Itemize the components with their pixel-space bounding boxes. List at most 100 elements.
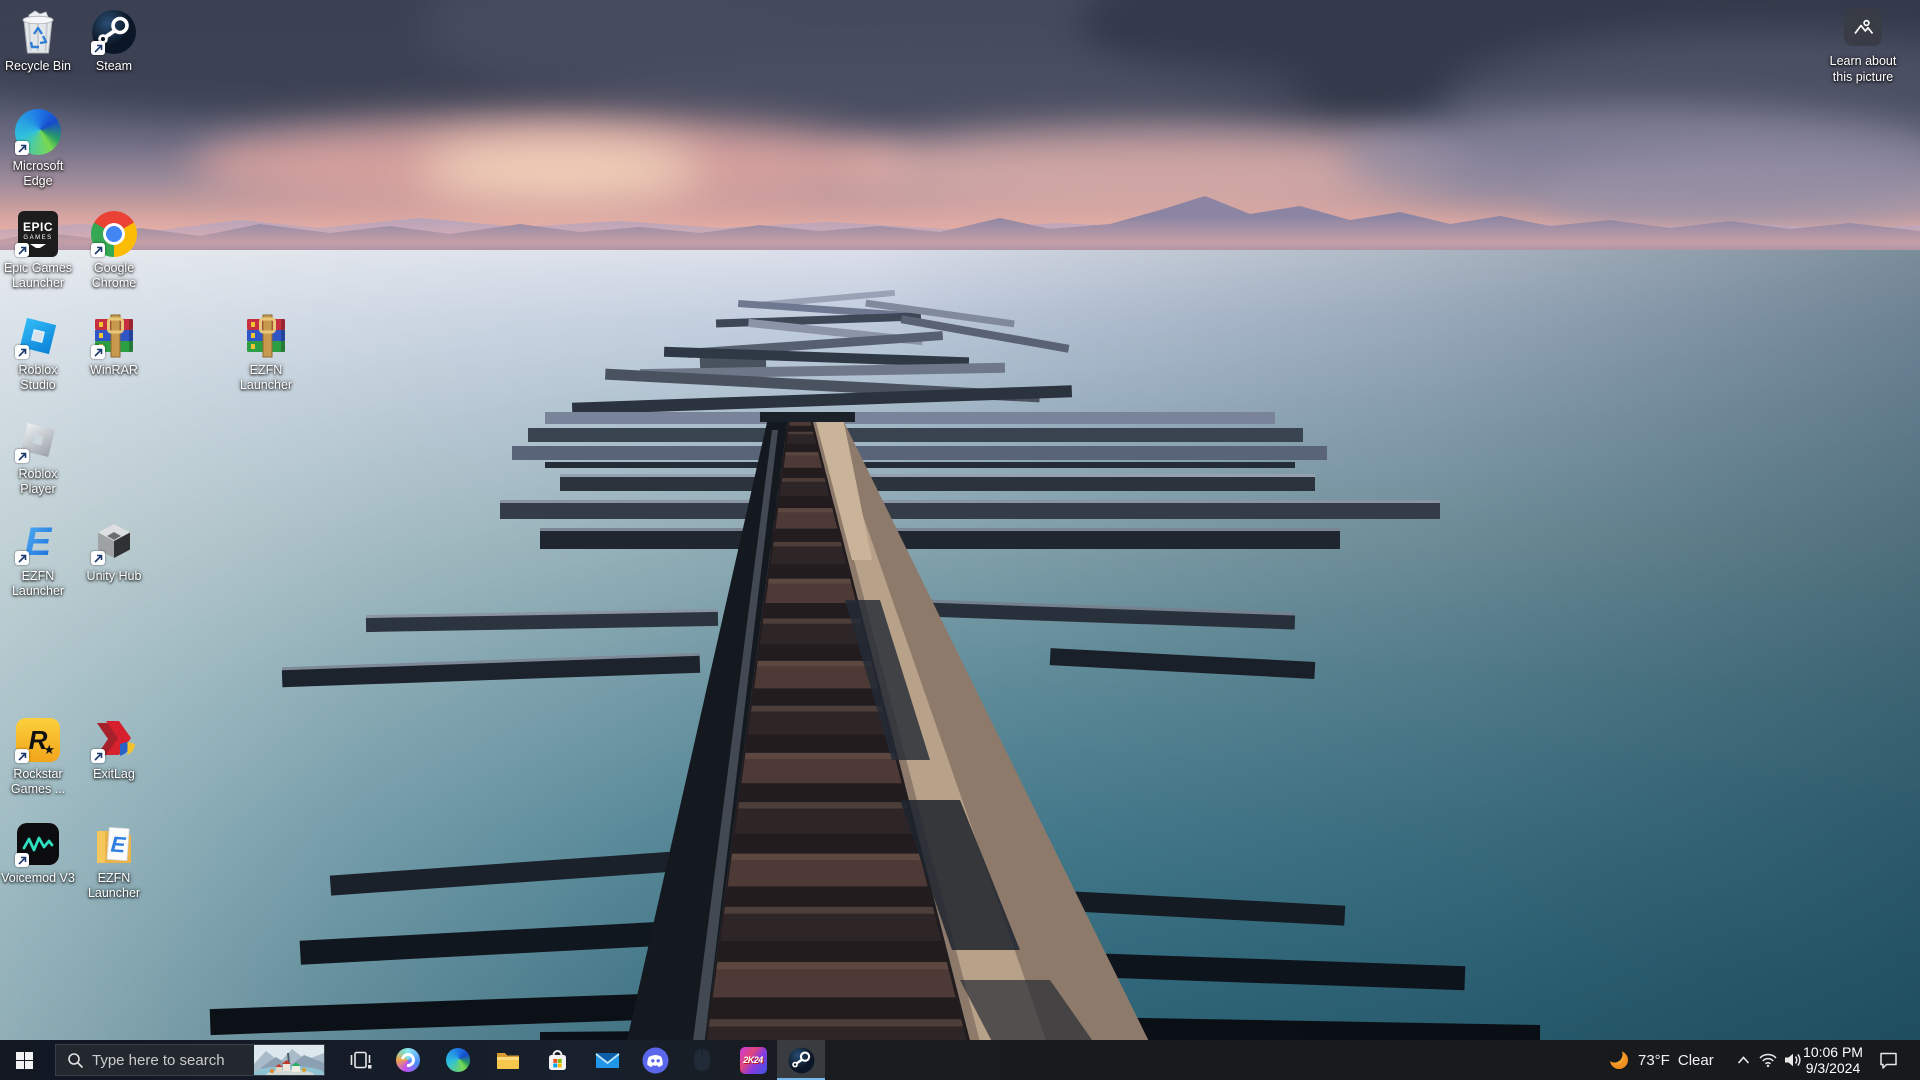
icon-label: Roblox Player: [18, 467, 58, 496]
desktop-icon-roblox-player[interactable]: Roblox Player: [0, 416, 76, 497]
shortcut-arrow-icon: [91, 41, 105, 55]
desktop-icon-winrar[interactable]: WinRAR: [76, 312, 152, 378]
icon-label: Steam: [95, 59, 133, 73]
microsoft-store-button[interactable]: [533, 1040, 581, 1080]
copilot-icon: [396, 1048, 420, 1072]
desktop-icon-recycle-bin[interactable]: Recycle Bin: [0, 8, 76, 74]
icon-label: Roblox Studio: [18, 363, 58, 392]
ezfn-icon: E: [14, 518, 62, 566]
taskbar-search[interactable]: [55, 1044, 325, 1076]
broken-pier: [209, 289, 1541, 1080]
clock[interactable]: 10:06 PM 9/3/2024: [1802, 1040, 1864, 1080]
nba-2k24-icon: 2K24: [739, 1046, 767, 1074]
tray-chevron-button[interactable]: [1732, 1040, 1754, 1080]
edge-icon: [14, 108, 62, 156]
icon-label: EZFN Launcher: [11, 569, 65, 598]
icon-label: Recycle Bin: [5, 59, 71, 73]
icon-label: Google Chrome: [91, 261, 137, 290]
rar-archive-icon: [242, 312, 290, 360]
recycle-bin-icon: [14, 8, 62, 56]
shortcut-arrow-icon: [15, 551, 29, 565]
weather-condition: Clear: [1677, 1051, 1714, 1069]
tray-time: 10:06 PM: [1803, 1044, 1863, 1060]
steam-icon: [90, 8, 138, 56]
start-button[interactable]: [0, 1040, 48, 1080]
icon-label: Unity Hub: [86, 569, 142, 583]
mail-icon: [594, 1052, 620, 1068]
wallpaper: [0, 0, 1920, 1080]
taskbar: 2K24 73°F Clear: [0, 1040, 1920, 1080]
desktop-icon-ezfn-launcher[interactable]: E EZFN Launcher: [0, 518, 76, 599]
desktop-icon-steam[interactable]: Steam: [76, 8, 152, 74]
chevron-up-icon: [1737, 1056, 1749, 1064]
icon-label: EZFN Launcher: [239, 363, 293, 392]
shortcut-arrow-icon: [15, 345, 29, 359]
tray-date: 9/3/2024: [1805, 1060, 1861, 1076]
ezfn-folder-icon: E: [90, 820, 138, 868]
epic-games-icon: EPIC GAMES: [14, 210, 62, 258]
shortcut-arrow-icon: [91, 749, 105, 763]
nba-2k24-button[interactable]: 2K24: [729, 1040, 777, 1080]
desktop-icon-exitlag[interactable]: ExitLag: [76, 716, 152, 782]
mail-button[interactable]: [583, 1040, 631, 1080]
temperature: 73°F: [1638, 1051, 1670, 1069]
copilot-button[interactable]: [384, 1040, 432, 1080]
edge-taskbar-button[interactable]: [434, 1040, 482, 1080]
voicemod-icon: [14, 820, 62, 868]
icon-label: EZFN Launcher: [87, 871, 141, 900]
desktop-icon-ezfn-launcher-rar[interactable]: EZFN Launcher: [228, 312, 304, 393]
steam-taskbar-button[interactable]: [777, 1040, 825, 1080]
rockstar-logo-star: ★: [43, 742, 55, 757]
icon-label: ExitLag: [93, 767, 135, 781]
volume-button[interactable]: [1780, 1040, 1804, 1080]
task-view-button[interactable]: [336, 1040, 384, 1080]
shortcut-arrow-icon: [15, 449, 29, 463]
unity-hub-icon: [90, 518, 138, 566]
mouse-icon: [694, 1049, 710, 1071]
desktop-icon-rockstar-games[interactable]: R ★ Rockstar Games ...: [0, 716, 76, 797]
action-center-button[interactable]: [1868, 1040, 1908, 1080]
learn-about-picture[interactable]: Learn about this picture: [1824, 8, 1902, 85]
shortcut-arrow-icon: [91, 551, 105, 565]
moon-icon: [1608, 1049, 1628, 1069]
desktop-icon-ezfn-launcher-folder[interactable]: E EZFN Launcher: [76, 820, 152, 901]
winrar-icon: [90, 312, 138, 360]
file-explorer-button[interactable]: [484, 1040, 532, 1080]
search-input[interactable]: [92, 1045, 242, 1075]
icon-label: Voicemod V3: [1, 871, 75, 885]
file-explorer-icon: [497, 1052, 519, 1069]
desktop-icon-voicemod-v3[interactable]: Voicemod V3: [0, 820, 76, 886]
shortcut-arrow-icon: [15, 243, 29, 257]
steam-icon: [788, 1047, 814, 1073]
desktop-icon-unity-hub[interactable]: Unity Hub: [76, 518, 152, 584]
shortcut-arrow-icon: [15, 853, 29, 867]
exitlag-icon: [90, 716, 138, 764]
nba-2k24-badge: 2K24: [743, 1055, 763, 1065]
shortcut-arrow-icon: [15, 749, 29, 763]
weather-widget[interactable]: 73°F Clear: [1600, 1040, 1730, 1080]
epic-logo-text: EPIC: [22, 220, 53, 234]
icon-label: Epic Games Launcher: [3, 261, 73, 290]
microsoft-store-icon: [548, 1049, 566, 1070]
chrome-icon: [90, 210, 138, 258]
picture-info-icon[interactable]: [1844, 8, 1882, 46]
desktop-icon-google-chrome[interactable]: Google Chrome: [76, 210, 152, 291]
wifi-icon: [1759, 1053, 1777, 1067]
desktop-icon-epic-games-launcher[interactable]: EPIC GAMES Epic Games Launcher: [0, 210, 76, 291]
epic-logo-subtext: GAMES: [23, 235, 53, 241]
discord-button[interactable]: [631, 1040, 679, 1080]
search-icon: [67, 1052, 84, 1074]
desktop-icon-roblox-studio[interactable]: Roblox Studio: [0, 312, 76, 393]
icon-label: Microsoft Edge: [12, 159, 64, 188]
desktop-icon-microsoft-edge[interactable]: Microsoft Edge: [0, 108, 76, 189]
edge-icon: [446, 1048, 470, 1072]
shortcut-arrow-icon: [91, 243, 105, 257]
roblox-player-icon: [14, 416, 62, 464]
search-highlight-image[interactable]: [253, 1045, 324, 1075]
discord-icon: [642, 1047, 668, 1073]
notification-icon: [1879, 1052, 1897, 1069]
shortcut-arrow-icon: [15, 141, 29, 155]
network-button[interactable]: [1756, 1040, 1780, 1080]
hidden-app-button[interactable]: [678, 1040, 726, 1080]
icon-label: WinRAR: [90, 363, 138, 377]
